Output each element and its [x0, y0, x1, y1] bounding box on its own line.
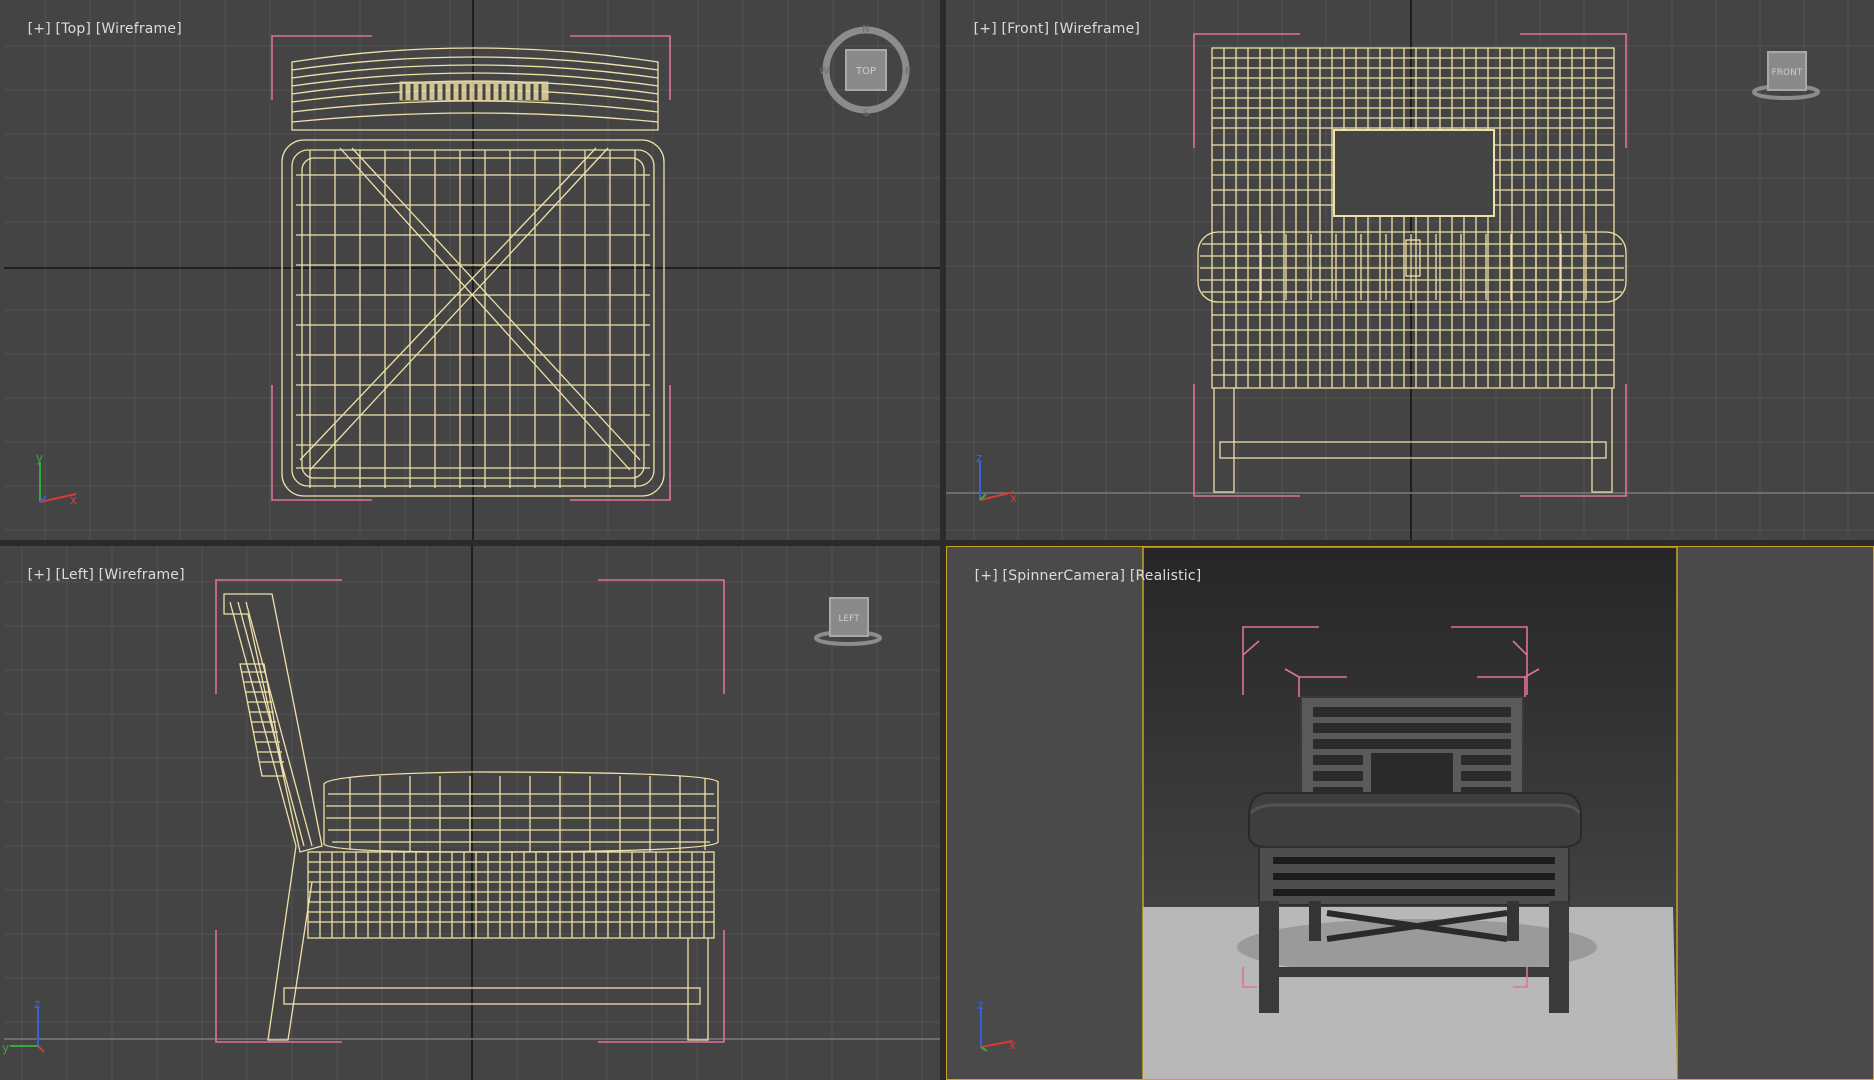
viewcube-face-label: LEFT	[838, 614, 860, 624]
grid	[4, 546, 940, 1080]
apron-lattice	[1273, 857, 1555, 896]
axis-z-label: z	[34, 997, 40, 1011]
left-view-canvas[interactable]: z y	[0, 546, 940, 1080]
compass-west: W	[820, 66, 829, 77]
compass-east: E	[905, 66, 911, 77]
viewcube-left[interactable]: LEFT	[814, 592, 884, 652]
axis-tripod: z x	[976, 451, 1017, 505]
viewcube-front[interactable]: FRONT	[1752, 46, 1822, 106]
viewport-menu-button[interactable]: [+]	[975, 568, 998, 584]
compass-north: N	[862, 24, 869, 35]
axis-tripod: y x	[36, 451, 77, 507]
axis-y-label: y	[36, 451, 43, 465]
viewport-front[interactable]: [+] [Front] [Wireframe] z x FRONT	[946, 0, 1874, 540]
compass-south: S	[863, 108, 869, 116]
view-type-button[interactable]: [Front]	[1002, 21, 1050, 37]
viewport-menu-button[interactable]: [+]	[974, 21, 997, 37]
viewport-camera-label: [+] [SpinnerCamera] [Realistic]	[956, 552, 1202, 600]
chair-left-wireframe[interactable]	[223, 593, 719, 1041]
front-view-canvas[interactable]: z x	[946, 0, 1874, 540]
viewcube-face-label: TOP	[855, 66, 876, 77]
axis-x-label: x	[70, 493, 77, 507]
viewport-menu-button[interactable]: [+]	[28, 567, 51, 583]
viewport-left[interactable]: [+] [Left] [Wireframe] z y LEFT	[0, 546, 940, 1080]
viewport-menu-button[interactable]: [+]	[28, 21, 51, 37]
viewport-top[interactable]: [+] [Top] [Wireframe] y x TOP N S E W	[0, 0, 940, 540]
axis-tripod: z y	[2, 997, 45, 1055]
view-type-button[interactable]: [Left]	[56, 567, 94, 583]
axis-x-label: x	[1009, 1038, 1016, 1052]
grid	[946, 0, 1874, 540]
top-view-canvas[interactable]: y x	[0, 0, 940, 540]
viewcube-top[interactable]: TOP N S E W	[820, 24, 912, 116]
camera-view-canvas[interactable]: z x	[947, 547, 1874, 1080]
viewport-left-label: [+] [Left] [Wireframe]	[9, 551, 185, 599]
axis-x-label: x	[1010, 491, 1017, 505]
viewcube-face-label: FRONT	[1772, 68, 1803, 78]
shading-mode-button[interactable]: [Wireframe]	[1054, 21, 1140, 37]
axis-z-label: z	[977, 998, 983, 1012]
chair-front-wireframe[interactable]	[1197, 47, 1627, 493]
viewport-front-label: [+] [Front] [Wireframe]	[955, 5, 1140, 53]
shading-mode-button[interactable]: [Wireframe]	[99, 567, 185, 583]
viewport-camera[interactable]: [+] [SpinnerCamera] [Realistic] z x	[946, 546, 1874, 1080]
axis-y-label: y	[2, 1041, 9, 1055]
view-type-button[interactable]: [SpinnerCamera]	[1003, 568, 1126, 584]
view-type-button[interactable]: [Top]	[56, 21, 92, 37]
axis-z-label: z	[976, 451, 982, 465]
shading-mode-button[interactable]: [Wireframe]	[96, 21, 182, 37]
shading-mode-button[interactable]: [Realistic]	[1130, 568, 1202, 584]
viewport-top-label: [+] [Top] [Wireframe]	[9, 5, 182, 53]
